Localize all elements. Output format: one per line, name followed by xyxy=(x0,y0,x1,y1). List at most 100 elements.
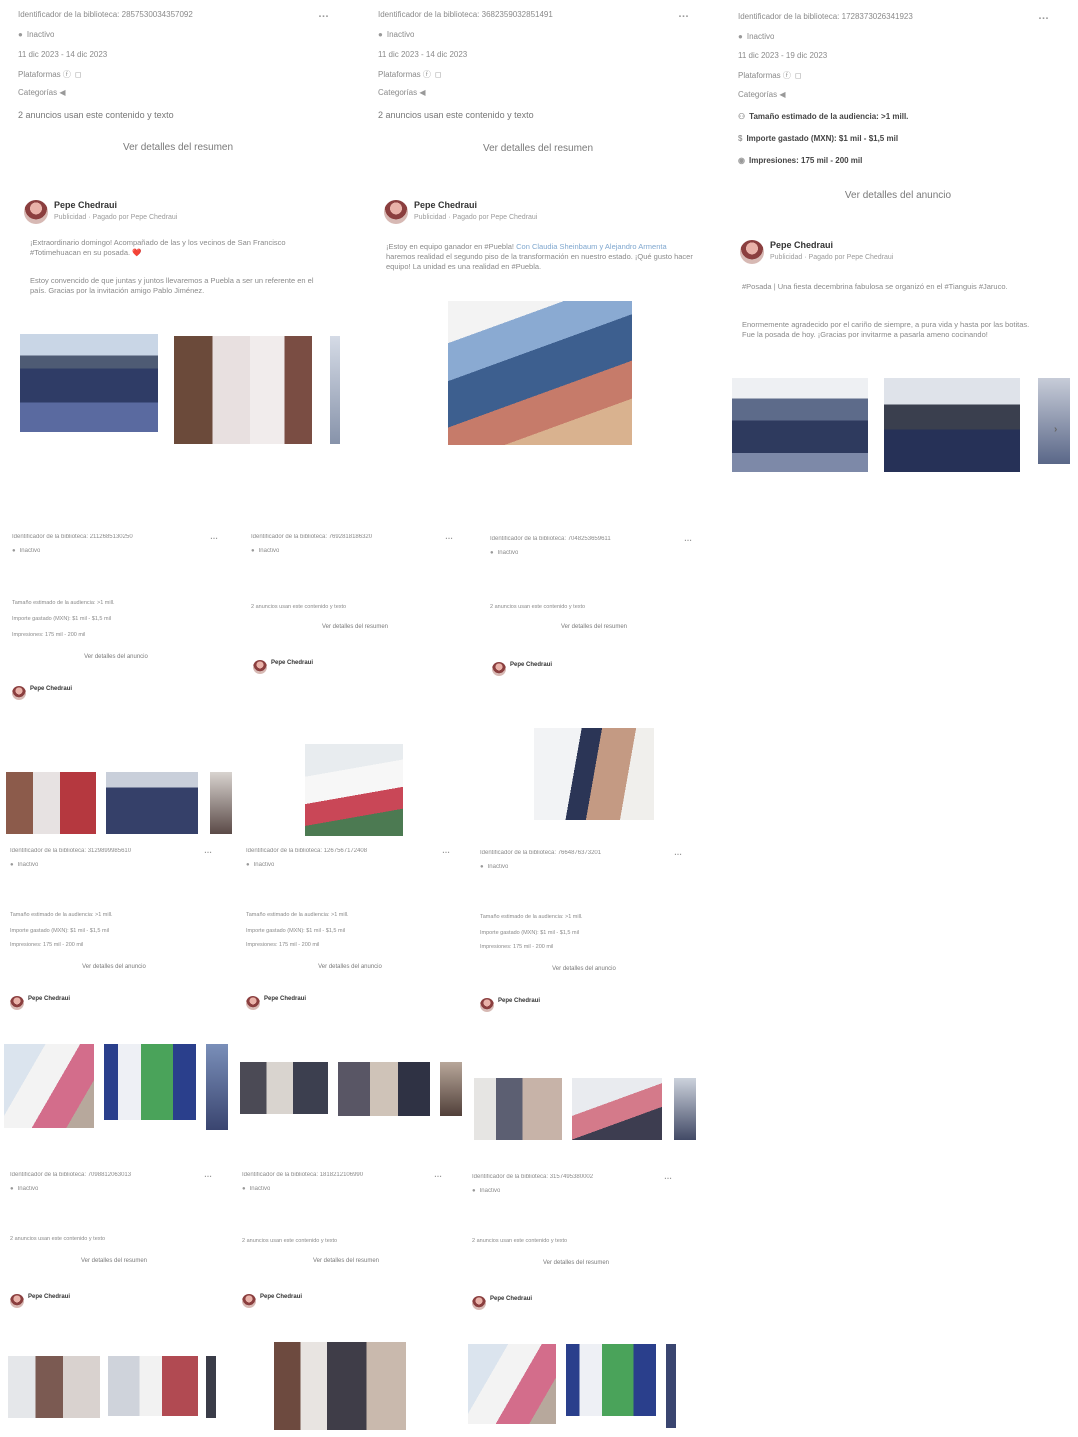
advertiser-name[interactable]: Pepe Chedraui xyxy=(271,660,313,666)
category-label: Categorías xyxy=(18,88,58,97)
more-options-button[interactable]: … xyxy=(684,534,693,543)
ad-image-2[interactable] xyxy=(108,1356,198,1416)
summary-link[interactable]: Ver detalles del resumen xyxy=(276,1258,416,1264)
ad-image-group[interactable] xyxy=(174,336,312,444)
ad-image-crowd[interactable] xyxy=(732,378,868,472)
ad-details-link[interactable]: Ver detalles del anuncio xyxy=(46,654,186,660)
more-options-button[interactable]: … xyxy=(318,8,330,20)
advertiser-name[interactable]: Pepe Chedraui xyxy=(28,996,70,1002)
ad-image-2[interactable] xyxy=(566,1344,656,1416)
instagram-icon: ◻ xyxy=(74,70,82,79)
advertiser-name[interactable]: Pepe Chedraui xyxy=(414,200,477,210)
summary-link[interactable]: Ver detalles del resumen xyxy=(285,624,425,630)
ad-image-partial[interactable] xyxy=(1038,378,1070,464)
status-icon: ● xyxy=(472,1188,476,1194)
avatar xyxy=(740,240,764,264)
ad-image[interactable] xyxy=(534,728,654,820)
ad-image[interactable] xyxy=(305,744,403,836)
advertiser-name[interactable]: Pepe Chedraui xyxy=(490,1296,532,1302)
ad-details-link[interactable]: Ver detalles del anuncio xyxy=(798,190,998,201)
ad-image-2[interactable] xyxy=(572,1078,662,1140)
body-text-a: ¡Estoy en equipo ganador en #Puebla! xyxy=(386,242,517,251)
more-options-button[interactable]: … xyxy=(445,532,454,541)
more-options-button[interactable]: … xyxy=(210,532,219,541)
ad-image-crowd-2[interactable] xyxy=(884,378,1020,472)
ad-details-link[interactable]: Ver detalles del anuncio xyxy=(280,964,420,970)
status-inactive: ● Inactivo xyxy=(251,548,279,554)
summary-link[interactable]: Ver detalles del resumen xyxy=(78,142,278,153)
more-options-button[interactable]: … xyxy=(434,1170,443,1179)
library-id: Identificador de la biblioteca: 12675671… xyxy=(246,848,368,854)
status-text: Inactivo xyxy=(26,30,55,39)
ad-image-rally[interactable] xyxy=(448,301,632,445)
ad-image[interactable] xyxy=(4,1044,94,1128)
ad-image[interactable] xyxy=(240,1062,328,1114)
library-id: Identificador de la biblioteca: 70988120… xyxy=(10,1172,132,1178)
body-mentions[interactable]: Con Claudia Sheinbaum y Alejandro Arment… xyxy=(516,242,667,251)
avatar xyxy=(480,998,494,1012)
ad-image-2[interactable] xyxy=(106,772,198,834)
library-id: Identificador de la biblioteca: 31298999… xyxy=(10,848,132,854)
uses-count: 2 anuncios usan este contenido y texto xyxy=(378,110,534,120)
ad-details-link[interactable]: Ver detalles del anuncio xyxy=(44,964,184,970)
ad-body-text: ¡Estoy en equipo ganador en #Puebla! Con… xyxy=(386,242,696,292)
summary-link[interactable]: Ver detalles del resumen xyxy=(524,624,664,630)
audience-text: Tamaño estimado de la audiencia: >1 mill… xyxy=(749,112,909,121)
ad-image[interactable] xyxy=(468,1344,556,1424)
advertiser-name[interactable]: Pepe Chedraui xyxy=(498,998,540,1004)
status-text: Inactivo xyxy=(17,1186,39,1192)
more-options-button[interactable]: … xyxy=(204,846,213,855)
ad-card-2: Identificador de la biblioteca: 36823590… xyxy=(378,6,698,466)
date-range: 11 dic 2023 - 14 dic 2023 xyxy=(18,50,108,59)
ad-image-partial[interactable] xyxy=(210,772,232,834)
status-icon: ● xyxy=(378,30,383,39)
more-options-button[interactable]: … xyxy=(204,1170,213,1179)
uses-count: 2 anuncios usan este contenido y texto xyxy=(18,110,174,120)
advertiser-name[interactable]: Pepe Chedraui xyxy=(54,200,117,210)
summary-link[interactable]: Ver detalles del resumen xyxy=(44,1258,184,1264)
more-options-button[interactable]: … xyxy=(664,1172,673,1181)
avatar xyxy=(246,996,260,1010)
more-options-button[interactable]: … xyxy=(674,848,683,857)
small-ad-card: Identificador de la biblioteca: 12675671… xyxy=(240,846,464,1116)
eye-icon: ◉ xyxy=(738,156,745,165)
ad-image-partial[interactable] xyxy=(206,1356,216,1418)
category-row: Categorías ◀ xyxy=(378,88,430,97)
advertiser-name[interactable]: Pepe Chedraui xyxy=(770,240,833,250)
status-icon: ● xyxy=(242,1186,246,1192)
ad-image-crowd[interactable] xyxy=(20,334,158,432)
advertiser-name[interactable]: Pepe Chedraui xyxy=(28,1294,70,1300)
ad-image-2[interactable] xyxy=(104,1044,196,1120)
advertiser-name[interactable]: Pepe Chedraui xyxy=(30,686,72,692)
ad-image-partial[interactable] xyxy=(330,336,340,444)
impressions-text: Impresiones: 175 mil - 200 mil xyxy=(748,156,863,165)
ad-image[interactable] xyxy=(474,1078,562,1140)
ad-image-partial[interactable] xyxy=(666,1344,676,1428)
category-label: Categorías xyxy=(738,90,778,99)
carousel-next-icon[interactable]: › xyxy=(1054,424,1057,435)
uses-count: 2 anuncios usan este contenido y texto xyxy=(10,1236,106,1242)
small-ad-card: Identificador de la biblioteca: 31298999… xyxy=(4,846,230,1136)
ad-image[interactable] xyxy=(274,1342,406,1430)
ad-image-partial[interactable] xyxy=(674,1078,696,1140)
ad-image[interactable] xyxy=(8,1356,100,1418)
status-icon: ● xyxy=(490,550,494,556)
summary-link[interactable]: Ver detalles del resumen xyxy=(438,143,638,154)
library-id: Identificador de la biblioteca: 21126851… xyxy=(12,534,133,540)
summary-link[interactable]: Ver detalles del resumen xyxy=(506,1260,646,1266)
advertiser-name[interactable]: Pepe Chedraui xyxy=(264,996,306,1002)
ad-image[interactable] xyxy=(6,772,96,834)
more-options-button[interactable]: … xyxy=(1038,10,1050,22)
impressions: Impresiones: 175 mil - 200 mil xyxy=(480,944,554,950)
advertiser-name[interactable]: Pepe Chedraui xyxy=(260,1294,302,1300)
advertiser-name[interactable]: Pepe Chedraui xyxy=(510,662,552,668)
ad-details-link[interactable]: Ver detalles del anuncio xyxy=(514,966,654,972)
category-row: Categorías ◀ xyxy=(738,90,790,99)
ad-image-2[interactable] xyxy=(338,1062,430,1116)
small-ad-card: Identificador de la biblioteca: 70988120… xyxy=(4,1170,230,1428)
ad-image-partial[interactable] xyxy=(206,1044,228,1130)
more-options-button[interactable]: … xyxy=(442,846,451,855)
more-options-button[interactable]: … xyxy=(678,8,690,20)
ad-image-partial[interactable] xyxy=(440,1062,462,1116)
small-ad-card: Identificador de la biblioteca: 21126851… xyxy=(6,532,232,837)
